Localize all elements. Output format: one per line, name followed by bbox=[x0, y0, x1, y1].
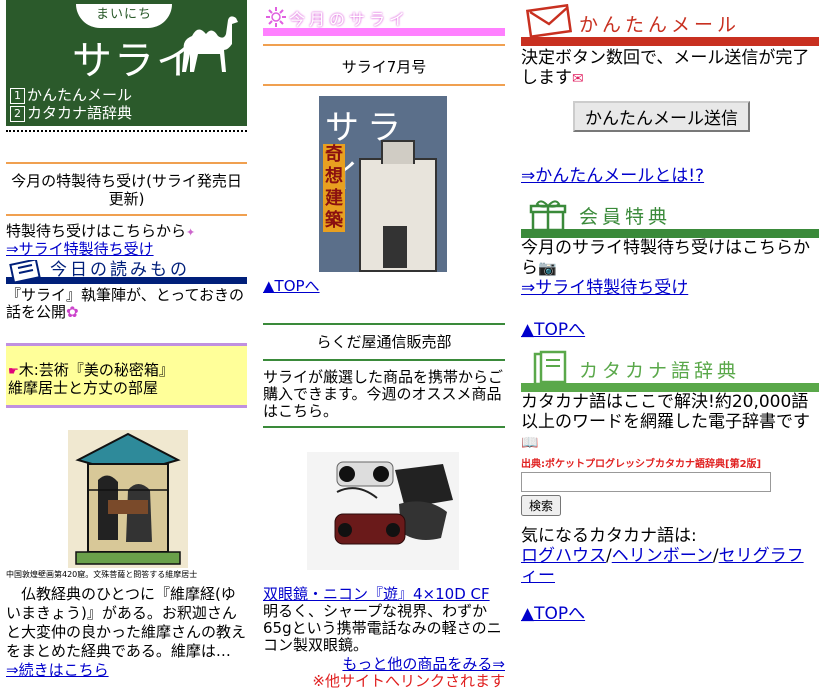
feature-category: 木:芸術『美の秘密箱』 bbox=[18, 361, 174, 379]
dict-search-button[interactable]: 検索 bbox=[521, 495, 562, 516]
dict-source: 出典:ポケットプログレッシブカタカナ語辞典[第2版] bbox=[521, 459, 762, 470]
top-link-bottom[interactable]: ▲TOPへ bbox=[521, 604, 819, 624]
book-small-icon: 📖 bbox=[521, 435, 539, 451]
shop-text: サライが厳選した商品を携帯からご購入できます。今週のオススメ商品はこちら。 bbox=[263, 368, 504, 420]
divider bbox=[6, 214, 247, 216]
reading-text: 『サライ』執筆陣が、とっておきの話を公開 bbox=[6, 286, 245, 321]
article-text: 仏教経典のひとつに『維摩経(ゆいまきょう)』がある。お釈迦さんと大変仲の良かった… bbox=[6, 585, 247, 660]
menu-number: 1 bbox=[10, 88, 25, 104]
word-link-herringbone[interactable]: ヘリンボーン bbox=[612, 546, 713, 566]
read-more-link[interactable]: ⇒続きはこちら bbox=[6, 661, 247, 680]
external-link-note: ※他サイトへリンクされます bbox=[312, 672, 505, 690]
easy-mail-header: かんたんメール bbox=[521, 0, 819, 46]
newspaper-icon bbox=[9, 260, 41, 284]
wallpaper-text: 特製待ち受けはこちらから bbox=[6, 222, 187, 240]
feature-line: ☛木:芸術『美の秘密箱』 bbox=[8, 362, 243, 380]
dict-text: カタカナ語はここで解決!約20,000語以上のワードを網羅した電子辞書です bbox=[521, 392, 810, 432]
menu-item-katakana-dict[interactable]: 2 カタカナ語辞典 bbox=[10, 104, 132, 122]
binoculars-image[interactable] bbox=[307, 452, 459, 570]
dunhuang-mural-image bbox=[68, 430, 188, 568]
member-text: 今月のサライ特製待ち受けはこちらから bbox=[521, 238, 810, 278]
reading-heading: 今日の読みもの bbox=[50, 260, 190, 280]
this-month-header: 今月のサライ bbox=[263, 0, 505, 38]
cover-building-tower bbox=[381, 140, 415, 164]
cover-feature-text: 奇想建築 bbox=[323, 144, 345, 232]
member-text-line: 今月のサライ特製待ち受けはこちらから📷 bbox=[521, 238, 819, 278]
menu-item-label: かんたんメール bbox=[27, 86, 133, 104]
cover-building-door bbox=[383, 226, 407, 268]
dict-search-input[interactable] bbox=[521, 472, 771, 492]
header-bar bbox=[263, 28, 505, 36]
header-bar bbox=[521, 229, 819, 238]
words-intro: 気になるカタカナ語は: bbox=[521, 526, 697, 546]
menu-number: 2 bbox=[10, 106, 25, 122]
camel-icon bbox=[182, 16, 238, 72]
word-link-log-house[interactable]: ログハウス bbox=[521, 546, 606, 566]
image-caption: 中国敦煌壁画第420窟。文殊菩薩と問答する維摩居士 bbox=[6, 570, 198, 579]
header-bar bbox=[521, 37, 819, 46]
flower-icon: ✿ bbox=[66, 303, 79, 321]
mail-text: 決定ボタン数回で、メール送信が完了します bbox=[521, 48, 810, 88]
right-column: かんたんメール 決定ボタン数回で、メール送信が完了します✉ かんたんメール送信 … bbox=[521, 0, 819, 624]
katakana-dict-header: カタカナ語辞典 bbox=[521, 346, 819, 392]
camera-icon: 📷 bbox=[538, 259, 557, 277]
dict-text-line: カタカナ語はここで解決!約20,000語以上のワードを網羅した電子辞書です 📖 bbox=[521, 392, 819, 453]
shop-title: らくだ屋通信販売部 bbox=[316, 333, 452, 351]
flower-icon bbox=[266, 7, 286, 27]
divider bbox=[263, 359, 505, 361]
pointing-hand-icon: ☛ bbox=[8, 364, 19, 378]
more-products-link[interactable]: もっと他の商品をみる⇒ bbox=[263, 656, 505, 673]
reading-section-header: 今日の読みもの bbox=[6, 258, 247, 284]
left-column: まいにち サライ 1 かんたんメール 2 カタカナ語辞典 今月の特製待ち受け(サライ… bbox=[6, 0, 247, 680]
mail-icon: ✉ bbox=[572, 71, 584, 87]
product-link[interactable]: 双眼鏡・ニコン『遊』4×10D CF bbox=[263, 586, 505, 603]
mail-text-line: 決定ボタン数回で、メール送信が完了します✉ bbox=[521, 48, 819, 89]
product-text: 明るく、シャープな視界、わずか65gという携帯電話なみの軽さのニコン製双眼鏡。 bbox=[263, 602, 502, 654]
top-link[interactable]: ▲TOPへ bbox=[521, 320, 819, 340]
top-link[interactable]: ▲TOPへ bbox=[263, 278, 505, 295]
member-wallpaper-link[interactable]: ⇒サライ特製待ち受け bbox=[521, 278, 819, 298]
menu-item-easy-mail[interactable]: 1 かんたんメール bbox=[10, 86, 132, 104]
site-logo-panel: まいにち サライ 1 かんたんメール 2 カタカナ語辞典 bbox=[6, 0, 247, 126]
mail-button-row: かんたんメール送信 bbox=[521, 101, 819, 132]
katakana-dict-heading: カタカナ語辞典 bbox=[579, 360, 741, 382]
member-benefit-header: 会員特典 bbox=[521, 192, 819, 238]
wallpaper-text-line: 特製待ち受けはこちらから✦ bbox=[6, 223, 247, 241]
logo-menu: 1 かんたんメール 2 カタカナ語辞典 bbox=[10, 86, 132, 122]
wallpaper-title: 今月の特製待ち受け(サライ発売日更新) bbox=[11, 172, 242, 208]
easy-mail-send-button[interactable]: かんたんメール送信 bbox=[573, 101, 750, 132]
envelope-icon bbox=[525, 4, 573, 38]
menu-item-label: カタカナ語辞典 bbox=[27, 104, 133, 122]
reading-text-line: 『サライ』執筆陣が、とっておきの話を公開✿ bbox=[6, 287, 247, 321]
middle-column: 今月のサライ サライ7月号 サライ 奇想建築 ▲TOPへ らくだ屋通信販売部 サ… bbox=[263, 0, 505, 690]
member-benefit-heading: 会員特典 bbox=[579, 206, 672, 228]
easy-mail-heading: かんたんメール bbox=[579, 14, 741, 36]
this-month-heading: 今月のサライ bbox=[289, 10, 410, 29]
feature-title: 維摩居士と方丈の部屋 bbox=[8, 379, 159, 397]
issue-title: サライ7月号 bbox=[341, 58, 427, 76]
header-bar bbox=[521, 383, 819, 392]
magazine-cover[interactable]: サライ 奇想建築 bbox=[319, 96, 447, 272]
word-links: ログハウス/ヘリンボーン/セリグラフィー bbox=[521, 546, 804, 586]
logo-tab: まいにち bbox=[76, 4, 172, 28]
easy-mail-about-link[interactable]: ⇒かんたんメールとは!? bbox=[521, 166, 819, 186]
feature-box: ☛木:芸術『美の秘密箱』 維摩居士と方丈の部屋 bbox=[6, 343, 247, 408]
sparkle-icon: ✦ bbox=[186, 226, 196, 239]
